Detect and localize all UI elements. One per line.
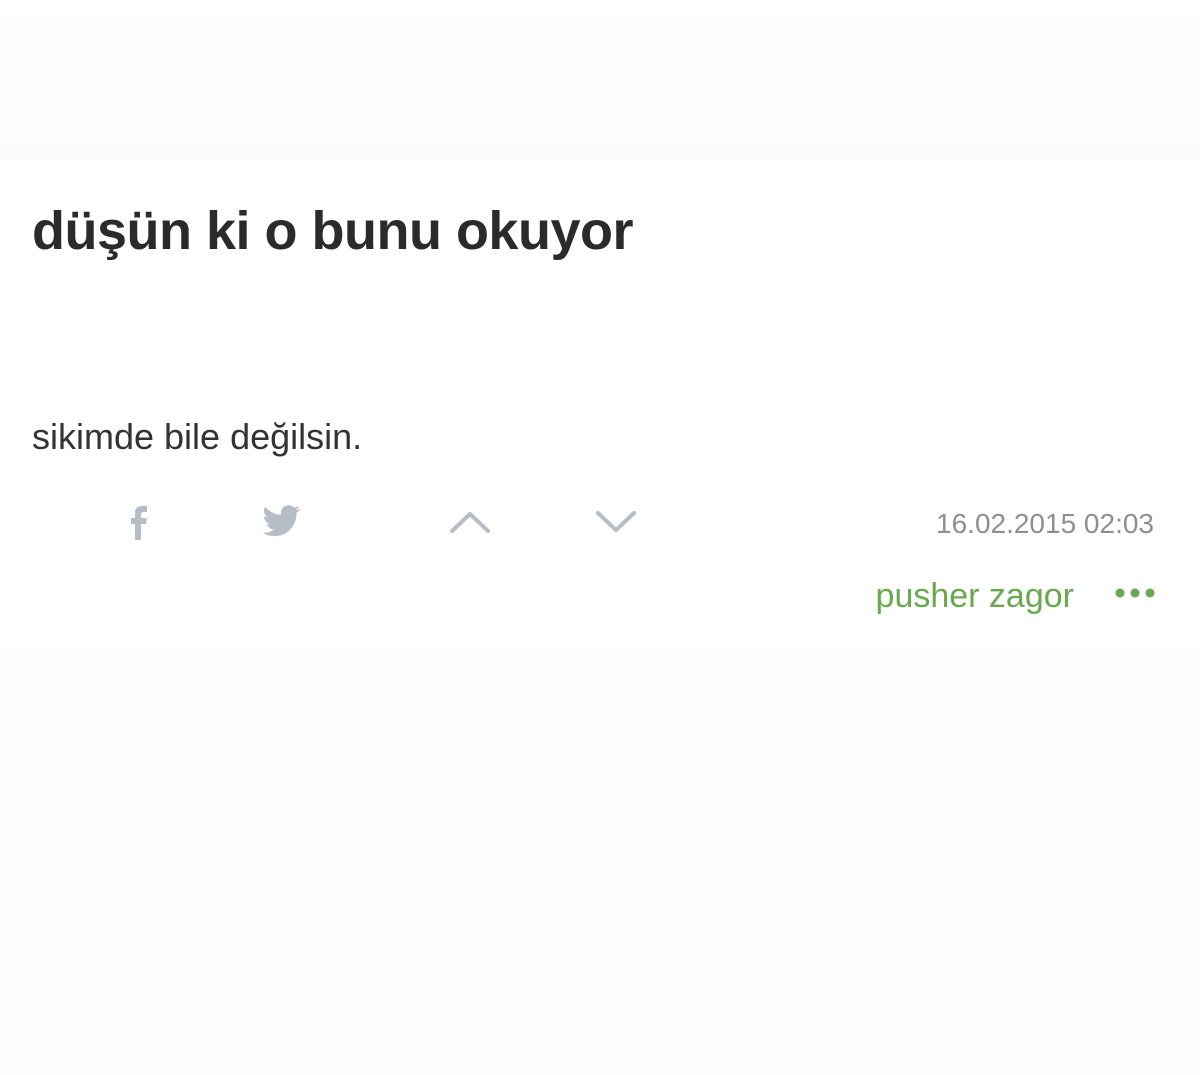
more-dots-icon: [1115, 588, 1155, 598]
twitter-share-button[interactable]: [254, 494, 310, 550]
entry-date[interactable]: 16.02.2015 02:03: [936, 506, 1154, 542]
chevron-up-icon: [450, 512, 490, 533]
chevron-down-icon: [596, 511, 636, 532]
entry-author[interactable]: pusher zagor: [876, 574, 1074, 618]
downvote-button[interactable]: [588, 494, 644, 550]
bottom-spacer: [0, 650, 1200, 1075]
entry-title[interactable]: düşün ki o bunu okuyor: [32, 196, 633, 266]
entry-body: sikimde bile değilsin.: [32, 416, 363, 457]
facebook-icon: [131, 506, 147, 540]
facebook-share-button[interactable]: [110, 494, 166, 550]
twitter-icon: [262, 505, 301, 537]
top-spacer: [0, 0, 1200, 160]
upvote-button[interactable]: [442, 494, 498, 550]
page: düşün ki o bunu okuyor sikimde bile deği…: [0, 0, 1200, 1075]
more-options-button[interactable]: [1110, 578, 1160, 608]
